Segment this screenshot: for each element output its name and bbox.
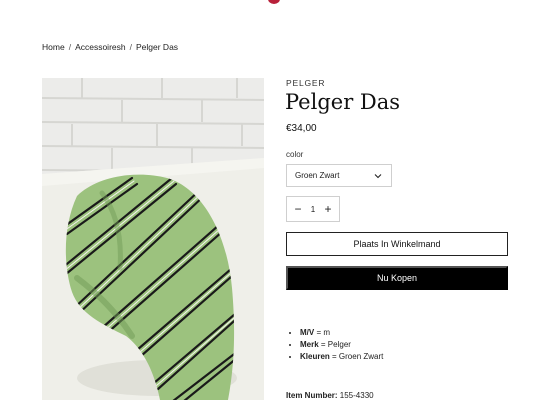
add-to-cart-button[interactable]: Plaats In Winkelmand bbox=[286, 232, 508, 256]
spec-value: = m bbox=[314, 328, 331, 337]
spec-item: Merk = Pelger bbox=[300, 340, 383, 349]
spec-item: M/V = m bbox=[300, 328, 383, 337]
breadcrumb-home[interactable]: Home bbox=[42, 42, 65, 52]
breadcrumb-category[interactable]: Accessoiresh bbox=[75, 42, 126, 52]
color-select-value: Groen Zwart bbox=[295, 171, 340, 180]
breadcrumb: Home / Accessoiresh / Pelger Das bbox=[42, 42, 178, 52]
buy-now-button[interactable]: Nu Kopen bbox=[286, 266, 508, 290]
spec-item: Kleuren = Groen Zwart bbox=[300, 352, 383, 361]
product-vendor[interactable]: PELGER bbox=[286, 78, 325, 88]
item-number-label: Item Number: bbox=[286, 391, 338, 400]
spec-value: = Groen Zwart bbox=[329, 352, 384, 361]
spec-key: Kleuren bbox=[300, 352, 330, 361]
quantity-increment-button[interactable]: + bbox=[322, 203, 334, 215]
spec-value: = Pelger bbox=[318, 340, 351, 349]
quantity-decrement-button[interactable]: − bbox=[292, 203, 304, 215]
variant-label: color bbox=[286, 150, 304, 159]
product-specs-list: M/V = m Merk = Pelger Kleuren = Groen Zw… bbox=[300, 328, 383, 364]
breadcrumb-separator: / bbox=[68, 42, 72, 52]
quantity-value[interactable]: 1 bbox=[311, 205, 315, 214]
color-select[interactable]: Groen Zwart bbox=[286, 164, 392, 187]
breadcrumb-current: Pelger Das bbox=[136, 42, 179, 52]
spec-key: Merk bbox=[300, 340, 319, 349]
product-title: Pelger Das bbox=[285, 90, 401, 114]
chevron-down-icon bbox=[374, 174, 382, 179]
tie-photo bbox=[42, 78, 264, 400]
product-price: €34,00 bbox=[286, 123, 317, 134]
quantity-stepper: − 1 + bbox=[286, 196, 340, 222]
breadcrumb-separator: / bbox=[129, 42, 132, 52]
item-number-value: 155-4330 bbox=[337, 391, 374, 400]
product-image[interactable] bbox=[42, 78, 264, 400]
spec-key: M/V bbox=[300, 328, 315, 337]
logo-mark[interactable] bbox=[268, 0, 280, 4]
item-number: Item Number: 155-4330 bbox=[286, 391, 374, 400]
